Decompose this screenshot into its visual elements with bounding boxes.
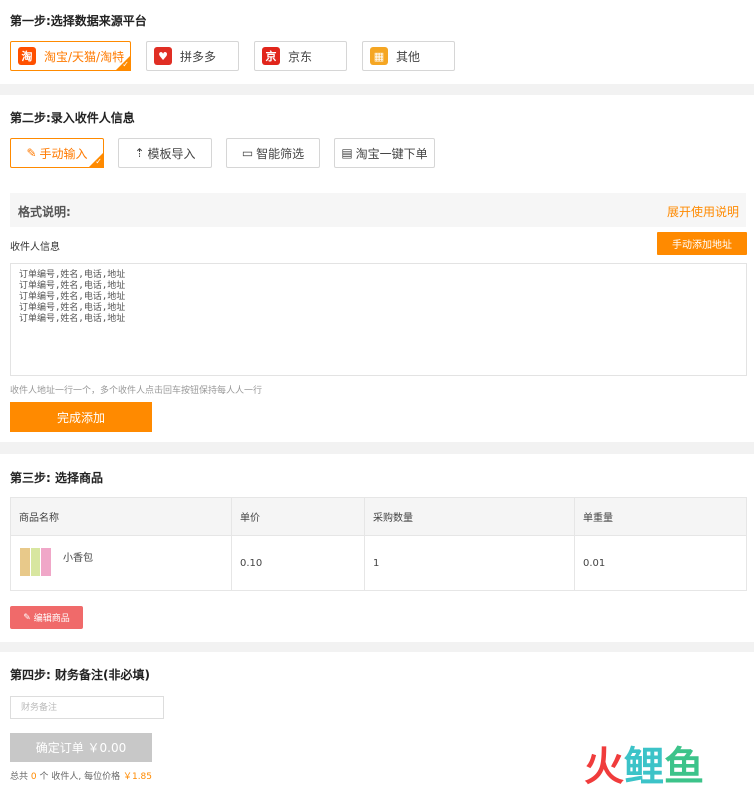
order-summary: 总共 0 个 收件人, 每位价格 ￥1.85 [10, 769, 152, 782]
column-header-price: 单价 [231, 497, 365, 536]
mode-label: 模板导入 [147, 146, 196, 161]
recipient-line: 订单编号,姓名,电话,地址 [19, 314, 126, 324]
platform-label: 淘宝/天猫/淘特 [44, 49, 125, 64]
recipient-count: 0 [30, 772, 37, 782]
mode-manual-input-button[interactable]: ✎ 手动输入 ✓ [10, 138, 104, 168]
product-thumbnail [20, 548, 52, 576]
platform-other-button[interactable]: ▦ 其他 [362, 41, 455, 71]
watermark-char: 鲤 [624, 744, 664, 790]
summary-mid: 个 收件人, 每位价格 [39, 772, 121, 782]
mode-label: 手动输入 [39, 146, 88, 161]
recipient-line: 订单编号,姓名,电话,地址 [19, 281, 126, 291]
upload-icon: ⇡ [134, 146, 145, 160]
expand-instructions-link[interactable]: 展开使用说明 [667, 203, 739, 220]
recipient-label: 收件人信息 [10, 242, 60, 253]
column-header-qty: 采购数量 [364, 497, 575, 536]
section-divider [0, 84, 754, 95]
edit-goods-button[interactable]: ✎ 编辑商品 [10, 606, 83, 629]
monitor-icon: ▭ [241, 146, 254, 160]
step3-title: 第三步: 选择商品 [10, 471, 103, 485]
other-icon: ▦ [370, 47, 388, 65]
check-icon: ✓ [95, 157, 102, 166]
summary-prefix: 总共 [10, 772, 29, 782]
confirm-order-button[interactable]: 确定订单 ￥0.00 [10, 733, 152, 762]
pinduoduo-icon: ♥ [154, 47, 172, 65]
platform-label: 拼多多 [180, 49, 217, 64]
document-icon: ▤ [341, 146, 353, 160]
platform-label: 其他 [396, 49, 421, 64]
step4-title: 第四步: 财务备注(非必填) [10, 668, 150, 682]
platform-jd-button[interactable]: 京 京东 [254, 41, 347, 71]
section-divider [0, 642, 754, 652]
step1-section: 第一步:选择数据来源平台 淘 淘宝/天猫/淘特 ✓ ♥ 拼多多 京 京东 ▦ 其… [0, 0, 754, 84]
platform-taobao-button[interactable]: 淘 淘宝/天猫/淘特 ✓ [10, 41, 131, 71]
watermark-logo: 火 鲤 鱼 [584, 745, 704, 789]
mode-label: 淘宝一键下单 [355, 146, 428, 161]
table-row: 小香包 0.10 1 0.01 [10, 535, 747, 591]
recipient-line: 订单编号,姓名,电话,地址 [19, 292, 126, 302]
recipient-line: 订单编号,姓名,电话,地址 [19, 303, 126, 313]
format-title: 格式说明: [18, 205, 71, 219]
taobao-icon: 淘 [18, 47, 36, 65]
product-cell: 小香包 [10, 535, 232, 591]
finish-add-button[interactable]: 完成添加 [10, 402, 152, 432]
platform-pinduoduo-button[interactable]: ♥ 拼多多 [146, 41, 239, 71]
mode-smart-filter-button[interactable]: ▭ 智能筛选 [226, 138, 320, 168]
jd-icon: 京 [262, 47, 280, 65]
step2-title: 第二步:录入收件人信息 [10, 111, 135, 125]
product-qty: 1 [364, 535, 575, 591]
mode-template-import-button[interactable]: ⇡ 模板导入 [118, 138, 212, 168]
add-address-button[interactable]: 手动添加地址 [657, 232, 747, 255]
mode-label: 智能筛选 [256, 146, 305, 161]
platform-label: 京东 [288, 49, 313, 64]
recipient-hint: 收件人地址一行一个，多个收件人点击回车按钮保持每人人一行 [10, 386, 263, 396]
pencil-icon: ✎ [26, 146, 37, 160]
section-divider [0, 442, 754, 454]
recipient-textarea[interactable]: 订单编号,姓名,电话,地址 订单编号,姓名,电话,地址 订单编号,姓名,电话,地… [10, 263, 747, 376]
watermark-char: 火 [584, 744, 624, 790]
table-header-row: 商品名称 单价 采购数量 单重量 [10, 497, 747, 536]
finance-memo-input[interactable] [10, 696, 164, 719]
check-icon: ✓ [122, 60, 129, 69]
unit-price: ￥1.85 [122, 772, 153, 782]
product-price: 0.10 [231, 535, 365, 591]
product-name: 小香包 [63, 553, 93, 564]
pencil-icon: ✎ [23, 612, 31, 623]
column-header-name: 商品名称 [10, 497, 232, 536]
step1-title: 第一步:选择数据来源平台 [10, 14, 147, 28]
mode-taobao-oneclick-button[interactable]: ▤ 淘宝一键下单 [334, 138, 435, 168]
watermark-char: 鱼 [664, 744, 704, 790]
column-header-weight: 单重量 [574, 497, 747, 536]
product-weight: 0.01 [574, 535, 747, 591]
edit-goods-label: 编辑商品 [33, 614, 70, 624]
format-info-bar: 格式说明: 展开使用说明 [10, 193, 746, 227]
goods-table: 商品名称 单价 采购数量 单重量 小香包 0.10 1 0.01 [10, 497, 747, 591]
recipient-line: 订单编号,姓名,电话,地址 [19, 270, 126, 280]
